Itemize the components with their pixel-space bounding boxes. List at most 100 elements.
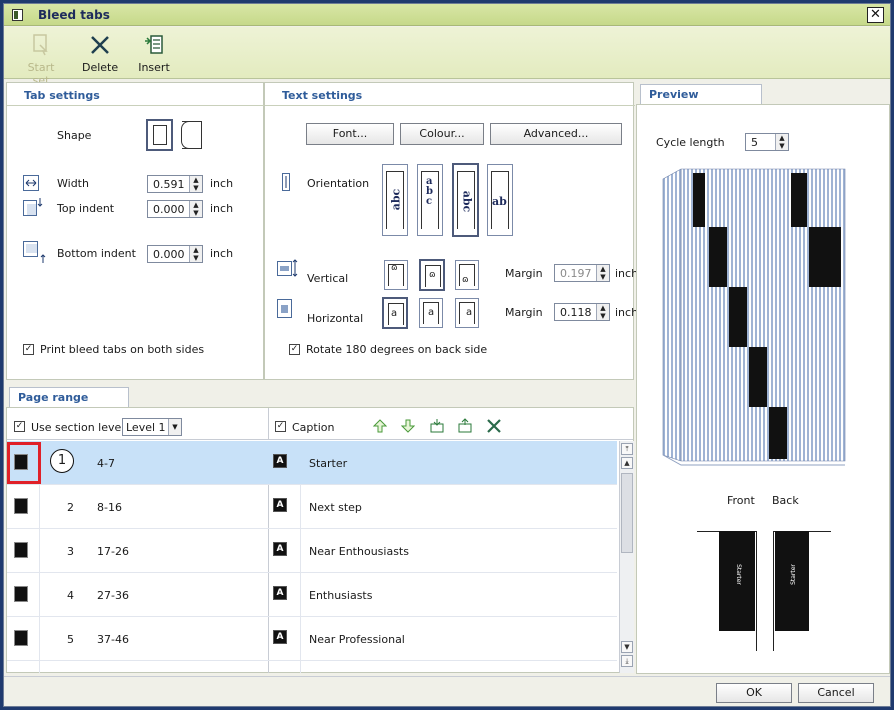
cycle-length-spinner[interactable]: 5 ▲ ▼ xyxy=(745,133,789,151)
horizontal-center-option[interactable]: a xyxy=(419,298,443,328)
bottom-indent-spin-arrows[interactable]: ▲ ▼ xyxy=(189,246,202,262)
scroll-bottom-icon[interactable]: ⤓ xyxy=(621,655,633,667)
scroll-thumb[interactable] xyxy=(621,473,633,553)
page-range-header: ✓ Use section level Level 1 ▼ ✓ Caption xyxy=(7,408,633,440)
tab-color-swatch[interactable] xyxy=(14,630,28,646)
margin-horizontal-spinner[interactable]: 0.118 ▲ ▼ xyxy=(554,303,610,321)
horizontal-left-option[interactable]: a xyxy=(382,297,408,329)
bleed-tabs-dialog: Bleed tabs ✕ Start set Delete Insert Tab… xyxy=(3,3,891,707)
ok-button[interactable]: OK xyxy=(716,683,792,703)
top-indent-spinner[interactable]: 0.000 ▲ ▼ xyxy=(147,200,203,218)
top-indent-value: 0.000 xyxy=(153,203,185,216)
page-range-tab[interactable]: Page range xyxy=(9,387,129,407)
insert-before-icon[interactable] xyxy=(457,418,473,434)
orientation-sample-4: ab xyxy=(492,195,507,208)
margin-vertical-spinner[interactable]: 0.197 ▲ ▼ xyxy=(554,264,610,282)
table-row[interactable]: 5 37-46 A Near Professional xyxy=(7,617,617,661)
close-button[interactable]: ✕ xyxy=(867,7,884,23)
bottom-indent-icon xyxy=(23,241,46,263)
cancel-button[interactable]: Cancel xyxy=(798,683,874,703)
front-tab-preview: Starter xyxy=(719,531,755,631)
row-number: 4 xyxy=(67,589,74,602)
caption-checkbox[interactable]: ✓ xyxy=(275,421,286,432)
move-up-icon[interactable] xyxy=(373,418,387,434)
table-row[interactable]: 1 4-7 A Starter xyxy=(7,441,617,485)
shape-rectangle-option[interactable] xyxy=(146,119,173,151)
advanced-button[interactable]: Advanced... xyxy=(490,123,622,145)
print-both-sides-checkbox[interactable]: ✓ xyxy=(23,344,34,355)
width-label: Width xyxy=(57,177,89,190)
dialog-footer: OK Cancel xyxy=(4,676,890,706)
vertical-center-option[interactable]: ɷ xyxy=(419,259,445,291)
use-section-level-checkbox[interactable]: ✓ xyxy=(14,421,25,432)
vertical-align-icon xyxy=(277,259,298,277)
tab-color-swatch[interactable] xyxy=(14,498,28,514)
section-level-select[interactable]: Level 1 ▼ xyxy=(122,418,182,436)
title-bar: Bleed tabs ✕ xyxy=(4,4,890,26)
print-both-sides-label: Print bleed tabs on both sides xyxy=(40,343,205,356)
vertical-bottom-option[interactable]: ɷ xyxy=(455,260,479,290)
insert-after-icon[interactable] xyxy=(429,418,445,434)
shape-rounded-option[interactable] xyxy=(181,121,202,149)
caption-label: Caption xyxy=(292,421,335,434)
section-level-value: Level 1 xyxy=(126,421,166,434)
row-number: 5 xyxy=(67,633,74,646)
insert-button[interactable]: Insert xyxy=(136,33,172,74)
vertical-top-option[interactable]: ɷ xyxy=(384,260,408,290)
table-row[interactable]: 3 17-26 A Near Enthousiasts xyxy=(7,529,617,573)
page-range-panel: ✓ Use section level Level 1 ▼ ✓ Caption … xyxy=(6,407,634,673)
text-settings-header: Text settings xyxy=(282,89,363,102)
colour-button[interactable]: Colour... xyxy=(400,123,484,145)
delete-icon xyxy=(82,33,118,57)
bottom-indent-spinner[interactable]: 0.000 ▲ ▼ xyxy=(147,245,203,263)
orientation-option-horizontal[interactable]: ab xyxy=(487,164,513,236)
caption-color-icon[interactable]: A xyxy=(273,498,287,512)
orientation-option-stacked[interactable]: abc xyxy=(417,164,443,236)
bottom-indent-label: Bottom indent xyxy=(57,247,136,260)
width-spin-arrows[interactable]: ▲ ▼ xyxy=(189,176,202,192)
width-spinner[interactable]: 0.591 ▲ ▼ xyxy=(147,175,203,193)
font-button[interactable]: Font... xyxy=(306,123,394,145)
orientation-icon xyxy=(282,173,290,191)
margin-horizontal-unit: inch xyxy=(615,306,639,319)
table-row[interactable]: 2 8-16 A Next step xyxy=(7,485,617,529)
margin-vertical-spin-arrows[interactable]: ▲ ▼ xyxy=(596,265,609,281)
caption-color-icon[interactable]: A xyxy=(273,586,287,600)
scroll-down-icon[interactable]: ▼ xyxy=(621,641,633,653)
caption-color-icon[interactable]: A xyxy=(273,454,287,468)
width-icon xyxy=(23,175,39,191)
toolbar: Start set Delete Insert xyxy=(4,27,890,87)
scrollbar[interactable]: ⤒ ▲ ▼ ⤓ xyxy=(619,441,634,673)
scroll-up-icon[interactable]: ▲ xyxy=(621,457,633,469)
use-section-level-label: Use section level xyxy=(31,421,125,434)
scroll-top-icon[interactable]: ⤒ xyxy=(621,443,633,455)
delete-button[interactable]: Delete xyxy=(82,33,118,74)
tab-color-swatch[interactable] xyxy=(14,586,28,602)
rotate-back-checkbox[interactable]: ✓ xyxy=(289,344,300,355)
back-tab-preview: Starter xyxy=(775,531,809,631)
vertical-top-glyph: ɷ xyxy=(391,263,398,273)
table-row[interactable]: 4 27-36 A Enthusiasts xyxy=(7,573,617,617)
tab-color-swatch[interactable] xyxy=(14,542,28,558)
back-label: Back xyxy=(772,494,799,507)
preview-tab[interactable]: Preview xyxy=(640,84,762,104)
orientation-sample-2: abc xyxy=(426,176,433,207)
remove-row-icon[interactable] xyxy=(486,418,502,434)
row-range: 8-16 xyxy=(97,501,122,514)
caption-color-icon[interactable]: A xyxy=(273,630,287,644)
start-set-button[interactable]: Start set xyxy=(18,33,64,87)
chevron-down-icon[interactable]: ▼ xyxy=(168,419,181,435)
horizontal-left-glyph: a xyxy=(391,308,398,319)
caption-color-icon[interactable]: A xyxy=(273,542,287,556)
callout-number: 1 xyxy=(50,449,74,473)
margin-horizontal-spin-arrows[interactable]: ▲ ▼ xyxy=(596,304,609,320)
text-settings-panel: Text settings Font... Colour... Advanced… xyxy=(264,82,638,380)
front-page-edge xyxy=(756,531,757,651)
horizontal-right-option[interactable]: a xyxy=(455,298,479,328)
orientation-option-rotated-down[interactable]: abc xyxy=(452,163,479,237)
move-down-icon[interactable] xyxy=(401,418,415,434)
top-indent-spin-arrows[interactable]: ▲ ▼ xyxy=(189,201,202,217)
cycle-length-spin-arrows[interactable]: ▲ ▼ xyxy=(775,134,788,150)
orientation-label: Orientation xyxy=(307,177,370,190)
orientation-option-rotated-up[interactable]: abc xyxy=(382,164,408,236)
